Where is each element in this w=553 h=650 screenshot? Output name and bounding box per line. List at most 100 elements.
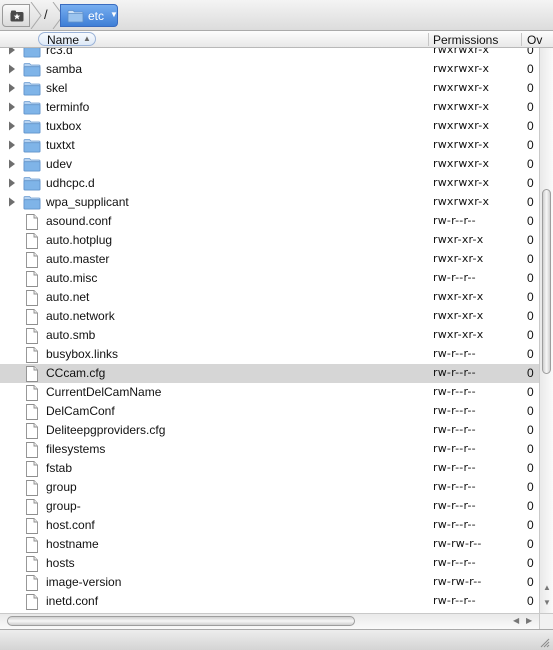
folder-icon [23,177,41,191]
file-row[interactable]: hostname rw-rw-r-- 0 [0,535,539,554]
file-row[interactable]: filesystems rw-r--r-- 0 [0,440,539,459]
vertical-scroll-thumb[interactable] [542,189,551,374]
scroll-right-arrow-icon[interactable]: ▶ [526,616,532,625]
document-icon [26,385,38,401]
file-permissions: rw-rw-r-- [433,537,482,550]
file-row[interactable]: auto.hotplug rwxr-xr-x 0 [0,231,539,250]
file-list[interactable]: rc3.d rwxrwxr-x 0 samba rwxrwxr-x 0 skel rwxrwx… [0,48,539,613]
file-row[interactable]: group-rw-r--r-- 0 [0,497,539,516]
file-owner: 0 [527,233,534,247]
file-name: CCcam.cfg [46,366,106,380]
file-permissions: rw-r--r-- [433,347,476,360]
file-permissions: rw-r--r-- [433,423,476,436]
file-owner: 0 [527,423,534,437]
document-icon [26,480,38,496]
file-row[interactable]: Deliteepgproviders.cfg rw-r--r-- 0 [0,421,539,440]
folder-row[interactable]: tuxbox rwxrwxr-x 0 [0,117,539,136]
file-name: auto.network [46,309,115,323]
file-owner: 0 [527,195,534,209]
file-row[interactable]: inetd.conf rw-r--r-- 0 [0,592,539,611]
scroll-down-arrow-icon[interactable]: ▼ [543,598,551,607]
home-button[interactable] [2,4,30,27]
file-name: hostname [46,537,99,551]
disclosure-triangle-icon[interactable] [8,197,16,207]
file-row[interactable]: auto.misc rw-r--r-- 0 [0,269,539,288]
file-owner: 0 [527,461,534,475]
file-row[interactable]: group rw-r--r-- 0 [0,478,539,497]
file-owner: 0 [527,347,534,361]
document-icon [26,575,38,591]
file-row[interactable]: fstab rw-r--r-- 0 [0,459,539,478]
file-name: group- [46,499,81,513]
file-row[interactable]: auto.smb rwxr-xr-x 0 [0,326,539,345]
file-permissions: rwxrwxr-x [433,119,490,132]
folder-row[interactable]: rc3.d rwxrwxr-x 0 [0,48,539,60]
disclosure-triangle-icon[interactable] [8,159,16,169]
file-permissions: rw-r--r-- [433,518,476,531]
scroll-left-arrow-icon[interactable]: ◀ [513,616,519,625]
disclosure-triangle-icon[interactable] [8,64,16,74]
folder-icon [23,63,41,77]
file-permissions: rwxrwxr-x [433,195,490,208]
file-owner: 0 [527,290,534,304]
folder-row[interactable]: wpa_supplicant rwxrwxr-x 0 [0,193,539,212]
file-permissions: rwxr-xr-x [433,328,484,341]
folder-row[interactable]: samba rwxrwxr-x 0 [0,60,539,79]
file-name: skel [46,81,68,95]
file-name: image-version [46,575,122,589]
folder-row[interactable]: skel rwxrwxr-x 0 [0,79,539,98]
file-owner: 0 [527,518,534,532]
column-divider[interactable] [428,33,429,46]
disclosure-triangle-icon[interactable] [8,102,16,112]
file-row[interactable]: hosts rw-r--r-- 0 [0,554,539,573]
file-row[interactable]: image-version rw-rw-r-- 0 [0,573,539,592]
file-row[interactable]: CCcam.cfg rw-r--r-- 0 [0,364,539,383]
file-owner: 0 [527,442,534,456]
scroll-up-arrow-icon[interactable]: ▲ [543,583,551,592]
status-bar [0,629,553,650]
folder-row[interactable]: terminfo rwxrwxr-x 0 [0,98,539,117]
disclosure-triangle-icon[interactable] [8,178,16,188]
path-root-segment[interactable]: / [44,7,48,22]
disclosure-triangle-icon[interactable] [8,121,16,131]
file-owner: 0 [527,594,534,608]
sort-ascending-icon: ▲ [83,34,91,43]
home-star-icon [10,10,24,22]
path-current-segment[interactable]: etc ▼ [60,4,118,27]
file-row[interactable]: busybox.links rw-r--r-- 0 [0,345,539,364]
horizontal-scrollbar[interactable]: ◀ ▶ [0,613,539,629]
file-row[interactable]: DelCamConf rw-r--r-- 0 [0,402,539,421]
folder-row[interactable]: udhcpc.d rwxrwxr-x 0 [0,174,539,193]
file-name: auto.hotplug [46,233,113,247]
permissions-column-header[interactable]: Permissions [433,33,498,47]
resize-grip-icon[interactable] [538,636,550,648]
disclosure-triangle-icon[interactable] [8,83,16,93]
document-icon [26,537,38,553]
file-row[interactable]: auto.master rwxr-xr-x 0 [0,250,539,269]
folder-row[interactable]: udev rwxrwxr-x 0 [0,155,539,174]
file-row[interactable]: asound.conf rw-r--r-- 0 [0,212,539,231]
file-row[interactable]: auto.net rwxr-xr-x 0 [0,288,539,307]
path-separator-icon [30,2,42,29]
disclosure-triangle-icon[interactable] [8,48,16,55]
file-name: DelCamConf [46,404,115,418]
vertical-scrollbar[interactable]: ▲ ▼ [539,48,553,613]
file-owner: 0 [527,176,534,190]
file-row[interactable]: auto.network rwxr-xr-x 0 [0,307,539,326]
name-column-header[interactable]: Name ▲ [38,32,96,47]
folder-row[interactable]: tuxtxt rwxrwxr-x 0 [0,136,539,155]
file-row[interactable]: host.conf rw-r--r-- 0 [0,516,539,535]
path-bar: / etc ▼ [0,0,553,31]
file-owner: 0 [527,404,534,418]
file-permissions: rw-rw-r-- [433,575,482,588]
owner-column-header[interactable]: Ov [527,33,542,47]
file-owner: 0 [527,62,534,76]
file-owner: 0 [527,48,534,57]
horizontal-scroll-thumb[interactable] [7,616,355,626]
document-icon [26,461,38,477]
file-row[interactable]: CurrentDelCamName rw-r--r-- 0 [0,383,539,402]
file-name: terminfo [46,100,90,114]
file-permissions: rw-r--r-- [433,404,476,417]
disclosure-triangle-icon[interactable] [8,140,16,150]
column-divider[interactable] [521,33,522,46]
